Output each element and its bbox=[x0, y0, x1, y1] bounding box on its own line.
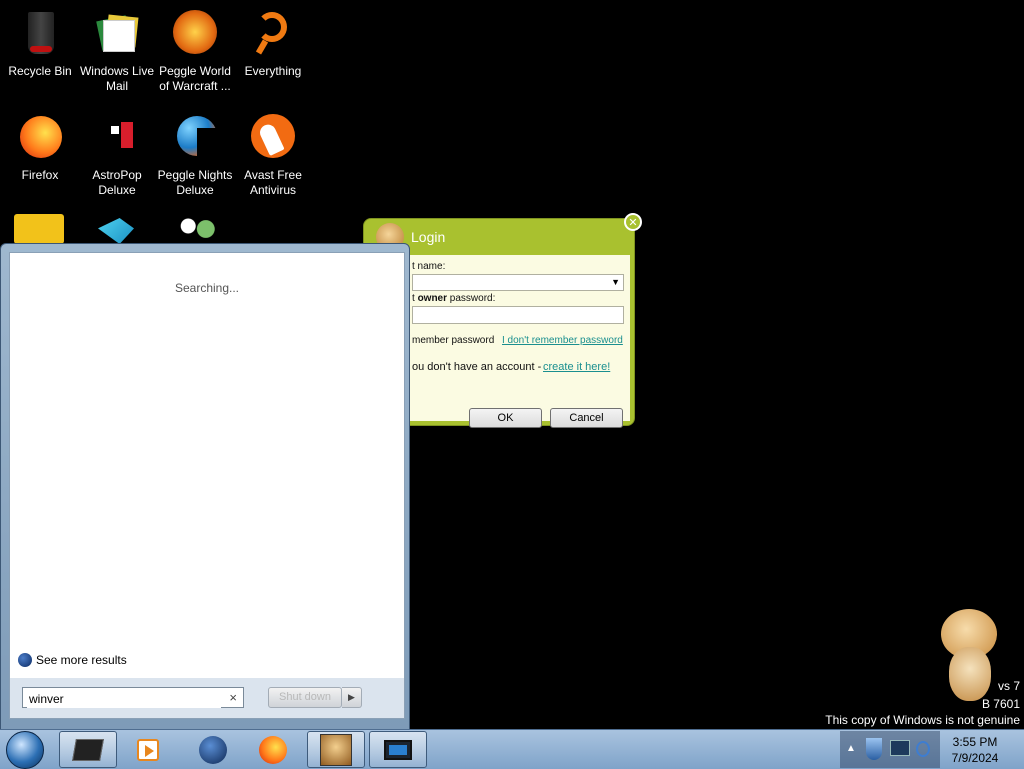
desktop-icon-peggle-nights[interactable]: Peggle Nights Deluxe bbox=[155, 110, 235, 198]
desktop-icon-label: Peggle Nights Deluxe bbox=[157, 168, 233, 197]
clear-search-icon[interactable]: × bbox=[229, 690, 237, 705]
search-input[interactable] bbox=[27, 689, 221, 708]
hamsterbox-icon bbox=[320, 733, 352, 766]
peggle-wow-icon bbox=[171, 10, 219, 58]
see-more-results-link[interactable]: See more results bbox=[18, 653, 127, 667]
desktop-icon-label: Avast Free Antivirus bbox=[244, 168, 302, 197]
no-account-text: ou don't have an account - bbox=[412, 361, 542, 373]
search-results-pane: Searching... See more results bbox=[9, 252, 405, 680]
password-field[interactable] bbox=[412, 306, 624, 324]
login-dialog-title: Login bbox=[411, 229, 446, 245]
explorer-window-icon bbox=[72, 738, 104, 761]
taskbar-monitor-app-button[interactable] bbox=[369, 731, 427, 768]
login-form: t name: ▼ t owner password: member passw… bbox=[372, 255, 630, 428]
media-player-icon bbox=[137, 738, 159, 761]
password-label: t owner password: bbox=[412, 293, 495, 304]
desktop-icon-windows-live-mail[interactable]: Windows Live Mail bbox=[77, 6, 157, 94]
start-menu-footer: × Shut down ▶ bbox=[9, 678, 405, 719]
firefox-icon bbox=[16, 114, 64, 162]
searching-status: Searching... bbox=[174, 281, 240, 295]
clock-time: 3:55 PM bbox=[952, 735, 998, 749]
create-account-link[interactable]: create it here! bbox=[543, 361, 610, 373]
close-button[interactable]: ✕ bbox=[624, 213, 642, 231]
desktop-icon-avast[interactable]: Avast Free Antivirus bbox=[233, 110, 313, 198]
taskbar-explorer-button[interactable] bbox=[59, 731, 117, 768]
start-button[interactable] bbox=[6, 731, 44, 769]
search-box[interactable]: × bbox=[22, 687, 244, 708]
taskbar-globe-app-button[interactable] bbox=[184, 731, 242, 768]
chevron-down-icon: ▼ bbox=[611, 277, 620, 287]
search-globe-icon bbox=[18, 653, 32, 667]
desktop-icon-partial-3[interactable] bbox=[175, 214, 219, 244]
start-menu: Searching... See more results × Shut dow… bbox=[0, 243, 410, 730]
remember-password-checkbox-label[interactable]: member password bbox=[412, 335, 494, 346]
see-more-label: See more results bbox=[36, 653, 127, 667]
taskbar-media-player-button[interactable] bbox=[119, 731, 177, 768]
desktop-icon-label: Everything bbox=[244, 64, 302, 78]
desktop-icon-partial-2[interactable] bbox=[98, 218, 134, 244]
recycle-bin-icon bbox=[16, 10, 64, 58]
password-label-prefix: t bbox=[412, 293, 415, 304]
desktop-icon-label: Recycle Bin bbox=[8, 64, 72, 78]
desktop-icon-label: AstroPop Deluxe bbox=[92, 168, 142, 197]
globe-app-icon bbox=[199, 735, 227, 764]
astropop-icon bbox=[93, 114, 141, 162]
watermark-build-prefix: B bbox=[981, 697, 990, 711]
watermark-line-2: B 7601 bbox=[982, 697, 1020, 711]
everything-search-icon bbox=[249, 10, 297, 58]
watermark-line-1: vs 7 bbox=[997, 679, 1020, 693]
taskbar: ▲ 3:55 PM 7/9/2024 bbox=[0, 729, 1024, 769]
password-label-owner: owner bbox=[417, 293, 448, 304]
taskbar-hamsterbox-button[interactable] bbox=[307, 731, 365, 768]
show-hidden-icons-icon[interactable]: ▲ bbox=[846, 743, 856, 754]
password-label-suffix: password: bbox=[449, 293, 496, 304]
ok-button[interactable]: OK bbox=[469, 408, 542, 428]
avast-icon bbox=[249, 114, 297, 162]
peggle-nights-icon bbox=[171, 114, 219, 162]
desktop-icon-recycle-bin[interactable]: Recycle Bin bbox=[0, 6, 80, 79]
desktop-icon-astropop[interactable]: AstroPop Deluxe bbox=[77, 110, 157, 198]
desktop-icon-partial-1[interactable] bbox=[14, 214, 64, 244]
taskbar-firefox-button[interactable] bbox=[244, 731, 302, 768]
watermark-build-number: 7601 bbox=[993, 697, 1020, 711]
desktop-icon-everything[interactable]: Everything bbox=[233, 6, 313, 79]
system-clock[interactable]: 3:55 PM 7/9/2024 bbox=[940, 734, 1010, 766]
forgot-password-link[interactable]: I don't remember password bbox=[502, 335, 623, 346]
system-tray: ▲ bbox=[840, 731, 940, 768]
desktop-icon-label: Firefox bbox=[21, 168, 59, 182]
desktop-icon-label: Peggle World of Warcraft ... bbox=[159, 64, 231, 93]
desktop-icon-firefox[interactable]: Firefox bbox=[0, 110, 80, 183]
watermark-not-genuine: This copy of Windows is not genuine bbox=[825, 713, 1020, 727]
firefox-icon bbox=[259, 735, 287, 764]
account-name-dropdown[interactable]: ▼ bbox=[412, 274, 624, 291]
monitor-app-icon bbox=[384, 739, 412, 760]
desktop-icon-label: Windows Live Mail bbox=[79, 64, 155, 93]
clock-date: 7/9/2024 bbox=[951, 751, 999, 765]
account-name-label: t name: bbox=[412, 261, 446, 272]
network-icon[interactable] bbox=[890, 740, 910, 756]
desktop-icon-peggle-wow[interactable]: Peggle World of Warcraft ... bbox=[155, 6, 235, 94]
shut-down-button[interactable]: Shut down bbox=[268, 687, 342, 708]
volume-icon[interactable] bbox=[916, 741, 930, 757]
security-shield-icon[interactable] bbox=[866, 738, 882, 760]
hamster-mascot-icon bbox=[935, 605, 1005, 705]
shut-down-options-button[interactable]: ▶ bbox=[342, 687, 362, 708]
cancel-button[interactable]: Cancel bbox=[550, 408, 623, 428]
windows-live-mail-icon bbox=[93, 10, 141, 58]
